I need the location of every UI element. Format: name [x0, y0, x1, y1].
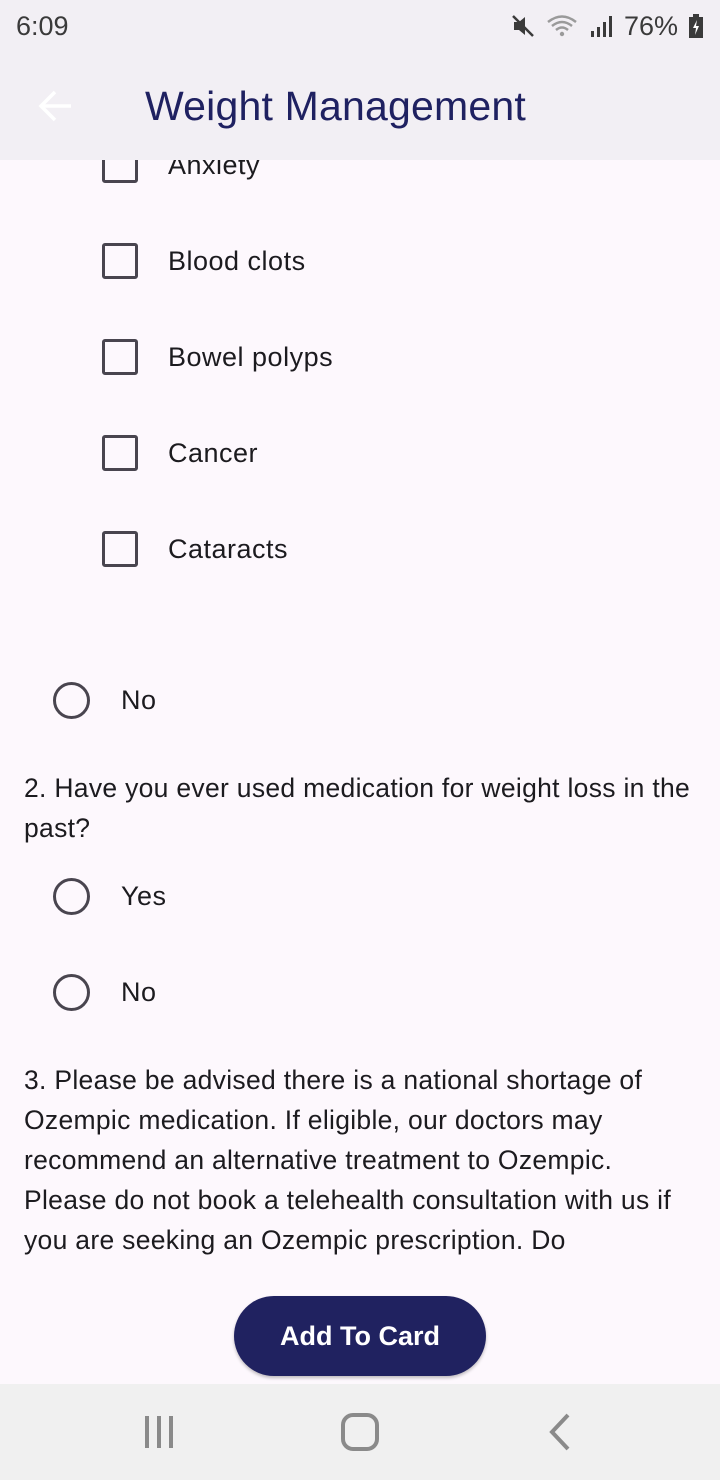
battery-charging-icon [688, 13, 704, 39]
status-bar: 6:09 76% [0, 0, 720, 52]
system-back-button[interactable] [531, 1402, 591, 1462]
back-button[interactable] [24, 74, 88, 138]
checkbox[interactable] [102, 243, 138, 279]
checkbox-label: Anxiety [168, 160, 261, 180]
battery-percent: 76% [623, 10, 678, 41]
radio-button[interactable] [53, 877, 90, 915]
home-icon [341, 1413, 379, 1451]
back-icon [549, 1413, 570, 1451]
question-3-text: 3. Please be advised there is a national… [24, 1065, 672, 1255]
checkbox-label: Bowel polyps [168, 341, 334, 372]
radio-label: No [121, 976, 157, 1007]
radio-button[interactable] [53, 973, 90, 1011]
questionnaire-content[interactable]: Anxiety Blood clots Bowel polyps Cancer … [0, 160, 720, 1384]
page-title: Weight Management [145, 82, 526, 129]
checkbox-row-cancer[interactable]: Cancer [102, 433, 258, 473]
checkbox-label: Blood clots [168, 245, 306, 276]
checkbox[interactable] [102, 531, 138, 567]
radio-button[interactable] [53, 681, 90, 719]
home-button[interactable] [330, 1402, 390, 1462]
wifi-icon [546, 13, 578, 39]
system-nav-bar [0, 1384, 720, 1480]
add-to-card-button[interactable]: Add To Card [234, 1296, 486, 1376]
checkbox[interactable] [102, 160, 138, 183]
question-2-text: 2. Have you ever used medication for wei… [24, 773, 691, 843]
mute-icon [510, 13, 536, 39]
radio-label: Yes [121, 880, 167, 911]
checkbox-row-cataracts[interactable]: Cataracts [102, 529, 288, 569]
checkbox[interactable] [102, 435, 138, 471]
radio-label: No [121, 684, 157, 715]
status-time: 6:09 [16, 10, 69, 41]
signal-icon [588, 13, 614, 39]
status-icons: 76% [510, 11, 704, 42]
recent-apps-button[interactable] [129, 1402, 189, 1462]
checkbox-label: Cancer [168, 437, 259, 468]
q1-radio-no[interactable]: No [53, 680, 157, 720]
checkbox-label: Cataracts [168, 533, 289, 564]
checkbox-row-bowel-polyps[interactable]: Bowel polyps [102, 337, 333, 377]
arrow-left-icon [38, 90, 71, 122]
checkbox[interactable] [102, 339, 138, 375]
q2-radio-yes[interactable]: Yes [53, 876, 167, 916]
q2-radio-no[interactable]: No [53, 972, 157, 1012]
app-bar: Weight Management [0, 52, 720, 160]
checkbox-row-blood-clots[interactable]: Blood clots [102, 241, 306, 281]
checkbox-row-anxiety[interactable]: Anxiety [102, 160, 260, 185]
recent-apps-icon [145, 1416, 173, 1448]
